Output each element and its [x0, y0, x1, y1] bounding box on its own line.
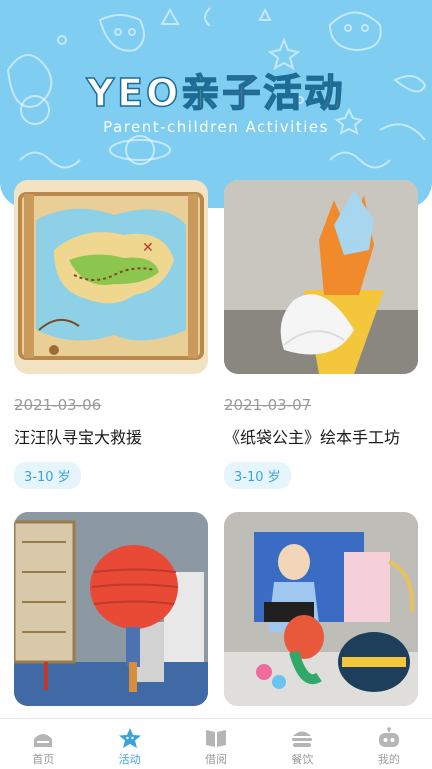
tab-label: 我的 [377, 753, 400, 766]
toys-display-image [224, 512, 418, 706]
activity-card[interactable]: 2021-03-07 《纸袋公主》绘本手工坊 3-10 岁 [224, 180, 418, 489]
paper-lantern-image [14, 512, 208, 706]
tab-label: 活动 [118, 753, 141, 766]
activity-date: 2021-03-07 [224, 396, 312, 414]
tab-label: 首页 [32, 753, 55, 766]
tab-profile[interactable]: 我的 [346, 719, 432, 769]
banner-subtitle: Parent-children Activities [103, 118, 329, 136]
banner-title-char: 活 [263, 70, 305, 116]
book-icon [206, 730, 227, 747]
burger-icon [292, 731, 313, 747]
tab-label: 借阅 [205, 753, 228, 766]
robot-icon [378, 727, 399, 747]
treasure-map-image: ✕ [14, 180, 208, 374]
activity-title: 《纸袋公主》绘本手工坊 [224, 428, 401, 447]
home-icon [34, 734, 53, 747]
activity-date: 2021-03-06 [14, 396, 102, 414]
star-icon [118, 728, 141, 748]
tab-activities[interactable]: 活动 [86, 719, 172, 769]
activity-card[interactable] [224, 512, 418, 706]
tab-dining[interactable]: 餐饮 [259, 719, 345, 769]
banner-title-latin: YEO [86, 70, 182, 116]
tab-home[interactable]: 首页 [0, 719, 86, 769]
activity-title: 汪汪队寻宝大救援 [14, 428, 143, 447]
activity-card[interactable] [14, 512, 208, 706]
age-badge: 3-10 岁 [224, 462, 291, 489]
banner-title-char: 动 [304, 70, 346, 116]
svg-text:✕: ✕ [142, 240, 154, 256]
activity-card[interactable]: ✕ 2021-03-06 汪汪队寻宝大救援 3-10 岁 [14, 180, 208, 489]
bottom-tab-bar: 首页 活动 借阅 餐饮 我的 [0, 718, 432, 769]
banner-title-char: 亲 [181, 70, 223, 116]
tab-borrow[interactable]: 借阅 [173, 719, 259, 769]
banner-title: YEO亲子活动 [0, 62, 432, 117]
paper-crown-image [224, 180, 418, 374]
header-banner: YEO亲子活动 Parent-children Activities [0, 0, 432, 208]
banner-title-char: 子 [222, 70, 264, 116]
tab-label: 餐饮 [291, 753, 314, 766]
age-badge: 3-10 岁 [14, 462, 81, 489]
